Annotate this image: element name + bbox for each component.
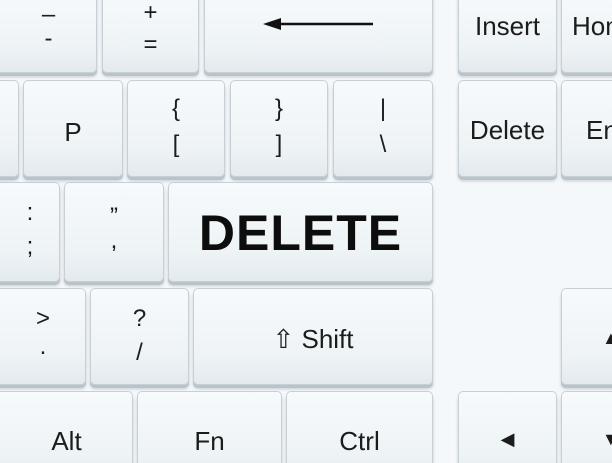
p-key-label: P	[64, 117, 82, 147]
left-bracket-key[interactable]: { [	[127, 80, 225, 177]
up-arrow-icon: ▲	[602, 328, 612, 348]
insert-key-label: Insert	[474, 11, 541, 41]
ctrl-key-label: Ctrl	[339, 426, 380, 456]
shift-key-label: ⇧ Shift	[272, 324, 354, 354]
slash-key-top-label: ?	[132, 305, 147, 332]
plus-key-bottom-label: =	[143, 31, 158, 58]
left-arrow-key[interactable]: ◀	[458, 391, 557, 463]
backslash-key-top-label: |	[379, 95, 387, 122]
minus-key-top-label: –	[41, 1, 56, 28]
slash-key-bottom-label: /	[136, 339, 143, 366]
delete-key-small[interactable]: Delete	[458, 80, 557, 177]
p-key[interactable]: P	[23, 80, 123, 177]
quote-key[interactable]: ” ,	[64, 182, 164, 282]
quote-key-bottom-label: ,	[110, 227, 118, 254]
minus-key-bottom-label: -	[44, 25, 53, 52]
left-arrow-icon: ◀	[500, 429, 515, 449]
home-key-label: Hom	[572, 11, 612, 41]
o-key-partial[interactable]	[0, 80, 19, 177]
delete-key-small-label: Delete	[469, 115, 546, 145]
minus-key[interactable]: – -	[0, 0, 97, 73]
end-key-label: En	[586, 115, 612, 145]
down-arrow-icon: ▼	[602, 429, 612, 449]
slash-key[interactable]: ? /	[90, 288, 189, 385]
period-key-bottom-label: .	[39, 333, 47, 360]
right-bracket-key-top-label: }	[274, 95, 283, 122]
end-key[interactable]: En	[561, 80, 612, 177]
alt-key[interactable]: Alt	[0, 391, 133, 463]
ctrl-key[interactable]: Ctrl	[286, 391, 433, 463]
right-bracket-key[interactable]: } ]	[230, 80, 328, 177]
semicolon-key[interactable]: : ;	[0, 182, 60, 282]
fn-key-label: Fn	[194, 426, 225, 456]
insert-key[interactable]: Insert	[458, 0, 557, 73]
backspace-arrow-icon	[263, 18, 373, 30]
left-bracket-key-top-label: {	[171, 95, 180, 122]
semicolon-key-bottom-label: ;	[26, 233, 34, 260]
fn-key[interactable]: Fn	[137, 391, 282, 463]
period-key[interactable]: > .	[0, 288, 86, 385]
left-bracket-key-bottom-label: [	[172, 131, 180, 158]
plus-key-top-label: +	[143, 0, 158, 26]
up-arrow-key[interactable]: ▲	[561, 288, 612, 385]
down-arrow-key[interactable]: ▼	[561, 391, 612, 463]
alt-key-label: Alt	[51, 426, 82, 456]
shift-key[interactable]: ⇧ Shift	[193, 288, 433, 385]
backslash-key-bottom-label: \	[379, 131, 387, 158]
delete-key-large[interactable]: DELETE	[168, 182, 433, 282]
home-key[interactable]: Hom	[561, 0, 612, 73]
backslash-key[interactable]: | \	[333, 80, 433, 177]
right-bracket-key-bottom-label: ]	[275, 131, 283, 158]
backspace-key[interactable]	[204, 0, 433, 73]
keyboard: – - + = Insert Hom P { [ } ] | \ Delete …	[0, 0, 612, 463]
quote-key-top-label: ”	[110, 203, 118, 230]
plus-key[interactable]: + =	[102, 0, 199, 73]
semicolon-key-top-label: :	[26, 199, 34, 226]
delete-key-large-label: DELETE	[198, 205, 403, 261]
period-key-top-label: >	[35, 305, 50, 332]
